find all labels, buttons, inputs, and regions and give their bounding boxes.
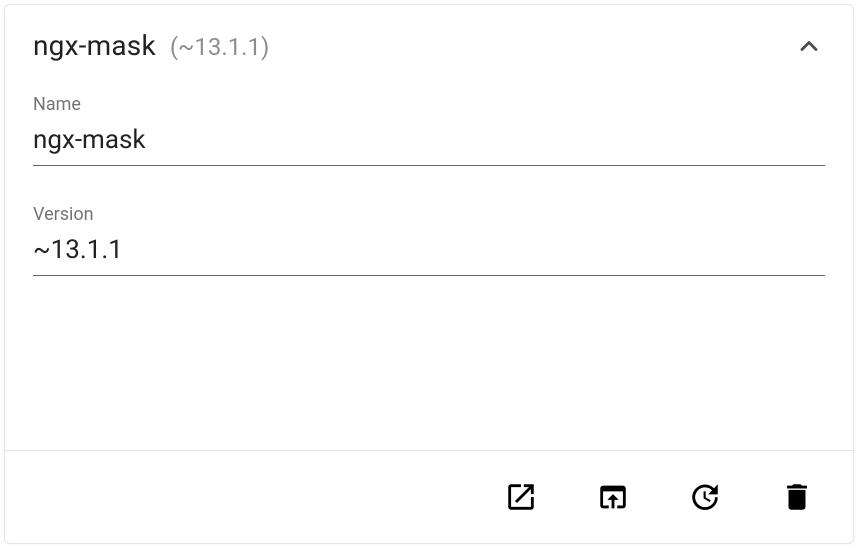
- name-label: Name: [33, 94, 825, 115]
- delete-icon: [780, 480, 814, 514]
- open-in-browser-button[interactable]: [595, 479, 631, 515]
- card-header: ngx-mask (~13.1.1): [5, 5, 853, 70]
- name-input[interactable]: [33, 121, 825, 166]
- chevron-up-icon: [795, 32, 823, 60]
- card-body: Name Version: [5, 70, 853, 312]
- dependency-version-subtitle: (~13.1.1): [170, 33, 270, 61]
- version-label: Version: [33, 204, 825, 225]
- dependency-title: ngx-mask: [33, 29, 156, 62]
- name-field: Name: [33, 94, 825, 166]
- version-input[interactable]: [33, 231, 825, 276]
- collapse-button[interactable]: [793, 30, 825, 62]
- update-button[interactable]: [687, 479, 723, 515]
- title-block: ngx-mask (~13.1.1): [33, 29, 269, 62]
- open-in-new-icon: [504, 480, 538, 514]
- version-field: Version: [33, 204, 825, 276]
- open-in-new-button[interactable]: [503, 479, 539, 515]
- card-footer: [5, 451, 853, 543]
- open-in-browser-icon: [596, 480, 630, 514]
- dependency-card: ngx-mask (~13.1.1) Name Version: [4, 4, 854, 544]
- delete-button[interactable]: [779, 479, 815, 515]
- update-icon: [688, 480, 722, 514]
